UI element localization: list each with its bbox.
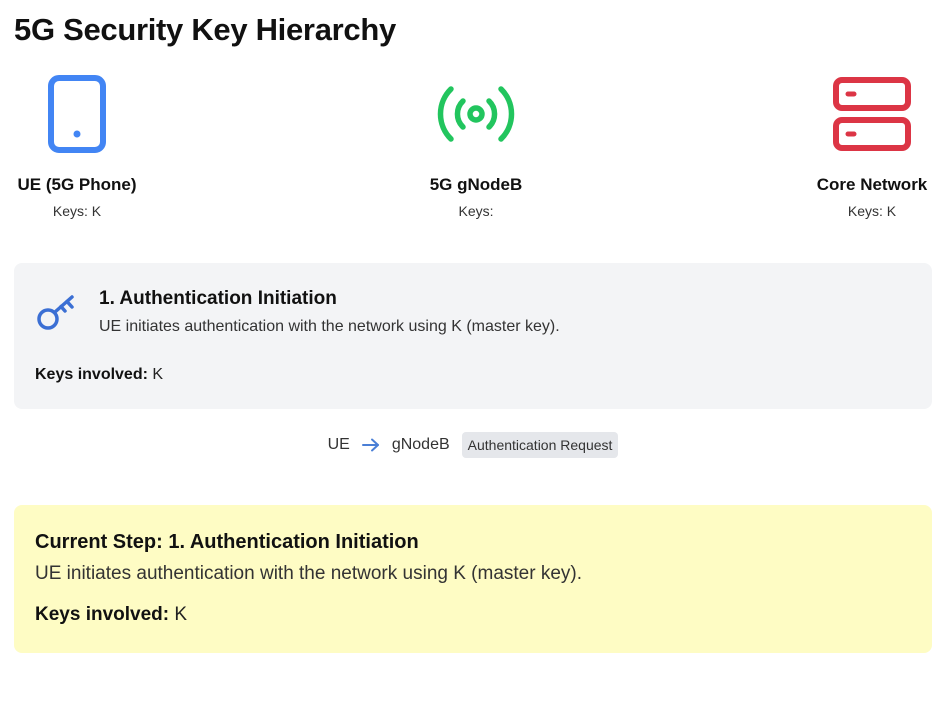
entity-name: UE (5G Phone) (17, 175, 137, 194)
step-keys: Keys involved: K (35, 366, 163, 384)
radio-tower-icon (376, 72, 576, 156)
keys-label: Keys: (52, 203, 88, 219)
page-title: 5G Security Key Hierarchy (14, 12, 396, 47)
current-step-label: Current Step: (35, 531, 163, 553)
entity-core-network[interactable]: Core Network Keys: K (772, 72, 946, 219)
entity-name: Core Network (816, 175, 928, 194)
keys-involved-label: Keys involved: (35, 366, 148, 383)
current-step-keys: Keys involved: K (35, 604, 187, 626)
entity-gnodeb[interactable]: 5G gNodeB Keys: (376, 72, 576, 219)
entity-name: 5G gNodeB (429, 175, 523, 194)
flow-from: UE (327, 436, 350, 453)
smartphone-icon (0, 72, 177, 156)
entity-keys: Keys: K (772, 203, 946, 219)
step-description: UE initiates authentication with the net… (99, 318, 560, 335)
server-icon (772, 72, 946, 156)
current-step-title: Current Step: 1. Authentication Initiati… (35, 531, 419, 554)
keys-involved-value: K (152, 366, 164, 383)
key-icon (36, 292, 80, 337)
message-badge: Authentication Request (461, 432, 619, 458)
arrow-right-icon (361, 438, 380, 452)
entity-keys: Keys: (376, 203, 576, 219)
message-flow: UE gNodeB Authentication Request (0, 432, 946, 458)
keys-involved-label: Keys involved: (35, 604, 170, 625)
current-step-panel: Current Step: 1. Authentication Initiati… (14, 505, 932, 653)
current-step-description: UE initiates authentication with the net… (35, 563, 583, 584)
flow-to: gNodeB (391, 436, 450, 453)
entity-keys: Keys: K (0, 203, 177, 219)
keys-involved-value: K (174, 604, 188, 625)
current-step-name: 1. Authentication Initiation (168, 531, 419, 553)
keys-label: Keys: (458, 203, 494, 219)
keys-value: K (91, 203, 102, 219)
step-title: 1. Authentication Initiation (99, 288, 337, 309)
entity-ue[interactable]: UE (5G Phone) Keys: K (0, 72, 177, 219)
keys-label: Keys: (847, 203, 883, 219)
step-card: 1. Authentication Initiation UE initiate… (14, 263, 932, 409)
keys-value: K (886, 203, 897, 219)
